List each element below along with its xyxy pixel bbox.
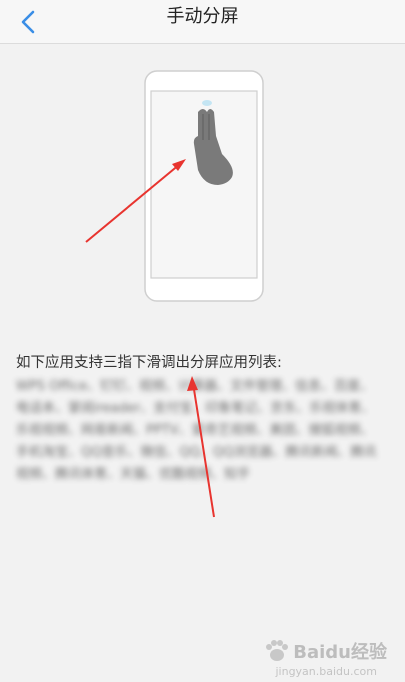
- phone-illustration: [144, 70, 264, 302]
- baidu-jingyan-watermark: Baidu经验: [263, 638, 387, 664]
- paw-icon: [266, 640, 289, 661]
- supported-apps-list: WPS Office、钉钉、视频、计算器、文件管理、信息、百度、电话本、掌阅ir…: [16, 379, 377, 482]
- watermark-url: jingyan.baidu.com: [275, 665, 377, 678]
- page-title: 手动分屏: [166, 6, 239, 27]
- instruction-text: 如下应用支持三指下滑调出分屏应用列表:: [16, 355, 282, 371]
- watermark-brand: Baidu经验: [293, 642, 387, 663]
- top-bar: 手动分屏: [0, 0, 405, 44]
